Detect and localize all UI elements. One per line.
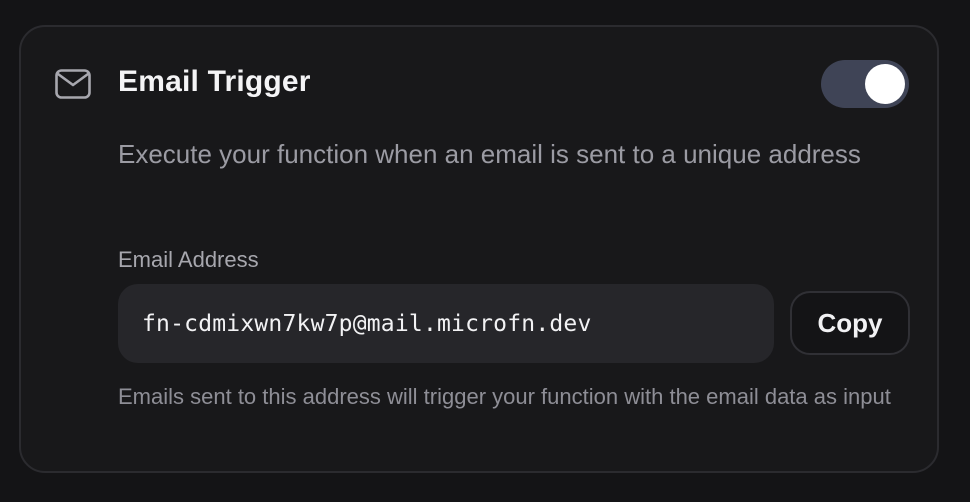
trigger-title: Email Trigger — [118, 65, 311, 98]
trigger-header: Email Trigger — [21, 27, 937, 143]
copy-button[interactable]: Copy — [790, 291, 910, 355]
toggle-knob — [865, 64, 905, 104]
email-address-label: Email Address — [118, 247, 259, 272]
trigger-description: Execute your function when an email is s… — [118, 139, 861, 169]
email-address-value[interactable]: fn-cdmixwn7kw7p@mail.microfn.dev — [142, 311, 592, 337]
email-help-text: Emails sent to this address will trigger… — [118, 384, 891, 409]
mail-icon — [55, 69, 91, 99]
email-trigger-card: Email Trigger Execute your function when… — [19, 25, 939, 473]
trigger-enabled-toggle[interactable] — [821, 60, 909, 108]
email-address-field[interactable]: fn-cdmixwn7kw7p@mail.microfn.dev — [118, 284, 774, 363]
